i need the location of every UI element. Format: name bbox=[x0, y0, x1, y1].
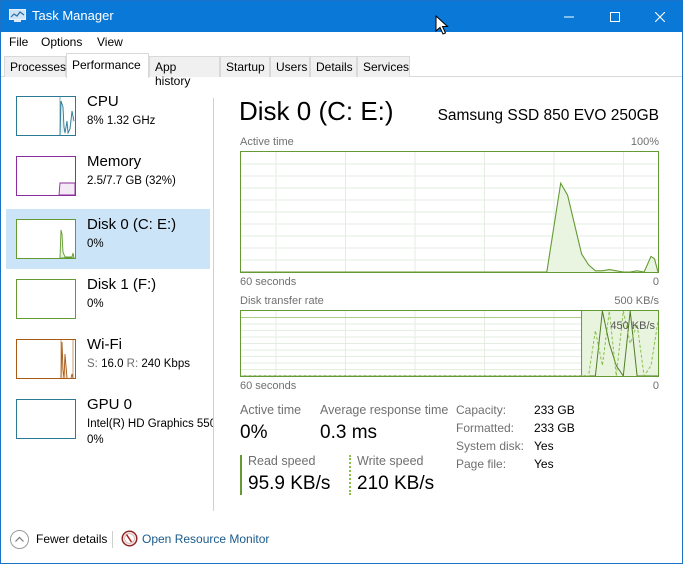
active-time-area bbox=[241, 183, 658, 272]
read-speed-value: 95.9 KB/s bbox=[248, 473, 331, 494]
transfer-chart-label: Disk transfer rate bbox=[240, 295, 324, 307]
memory-usage-value: 2.5/7.7 GB (32%) bbox=[87, 175, 176, 187]
sidebar-item-label: CPU bbox=[87, 93, 119, 110]
close-button[interactable] bbox=[637, 1, 683, 32]
sidebar-item-gpu-0[interactable]: GPU 0 Intel(R) HD Graphics 550 0% bbox=[6, 389, 213, 449]
capacity-label: Capacity: bbox=[456, 403, 507, 417]
active-time-value: 0% bbox=[240, 422, 268, 443]
tab-processes[interactable]: Processes bbox=[4, 56, 66, 77]
tab-app-history[interactable]: App history bbox=[149, 56, 220, 88]
sidebar-item-disk-0[interactable]: Disk 0 (C: E:) 0% bbox=[6, 209, 210, 269]
maximize-icon bbox=[610, 11, 620, 22]
write-speed-value: 210 KB/s bbox=[357, 473, 435, 494]
sidebar-item-memory[interactable]: Memory 2.5/7.7 GB (32%) bbox=[6, 146, 210, 206]
window-title: Task Manager bbox=[32, 8, 114, 23]
sidebar-item-label: Memory bbox=[87, 153, 142, 170]
sidebar-item-label: Disk 1 (F:) bbox=[87, 276, 157, 293]
page-file-label: Page file: bbox=[456, 457, 507, 471]
sidebar-item-wifi[interactable]: Wi-Fi S: 16.0 R: 240 Kbps bbox=[6, 329, 210, 389]
task-manager-app-icon bbox=[9, 9, 26, 22]
transfer-secondary-label: 450 KB/s bbox=[610, 320, 655, 332]
transfer-x-right: 0 bbox=[652, 380, 659, 392]
disk0-mini-graph bbox=[16, 219, 76, 259]
capacity-value: 233 GB bbox=[534, 403, 575, 417]
active-time-line bbox=[241, 181, 659, 273]
wifi-receive-label: R: bbox=[126, 358, 139, 370]
transfer-rate-chart: 450 KB/s bbox=[240, 310, 659, 378]
gpu-mini-graph bbox=[16, 399, 76, 439]
sidebar-item-label: GPU 0 bbox=[87, 396, 133, 413]
menu-bar: File Options View bbox=[1, 32, 682, 53]
close-icon bbox=[655, 11, 665, 22]
active-time-chart-max: 100% bbox=[630, 136, 659, 148]
menu-view[interactable]: View bbox=[97, 35, 123, 49]
wifi-mini-graph bbox=[16, 339, 76, 379]
tab-bar: Processes Performance App history Startu… bbox=[1, 53, 682, 88]
resource-monitor-icon[interactable] bbox=[121, 530, 138, 547]
gpu-model: Intel(R) HD Graphics 550 bbox=[87, 418, 213, 430]
read-speed-legend-line bbox=[240, 455, 242, 495]
tab-details[interactable]: Details bbox=[310, 56, 357, 77]
wifi-throughput-value: S: 16.0 R: 240 Kbps bbox=[87, 358, 190, 370]
active-time-chart-svg bbox=[241, 152, 659, 273]
chevron-up-icon[interactable] bbox=[10, 530, 29, 549]
transfer-x-left: 60 seconds bbox=[240, 380, 297, 392]
active-time-label: Active time bbox=[240, 403, 302, 417]
transfer-chart-max: 500 KB/s bbox=[614, 295, 659, 307]
active-time-x-left: 60 seconds bbox=[240, 276, 297, 288]
avg-response-value: 0.3 ms bbox=[320, 422, 378, 443]
avg-response-label: Average response time bbox=[320, 403, 449, 417]
minimize-button[interactable] bbox=[546, 1, 592, 32]
title-bar[interactable]: Task Manager bbox=[1, 1, 682, 32]
cpu-mini-graph bbox=[16, 96, 76, 136]
active-time-chart-label: Active time bbox=[240, 136, 294, 148]
maximize-button[interactable] bbox=[592, 1, 638, 32]
fewer-details-button[interactable]: Fewer details bbox=[36, 532, 107, 546]
read-speed-label: Read speed bbox=[248, 454, 316, 468]
sidebar-item-disk-1[interactable]: Disk 1 (F:) 0% bbox=[6, 269, 210, 329]
disk-detail-panel: Disk 0 (C: E:) Samsung SSD 850 EVO 250GB… bbox=[231, 86, 676, 506]
disk-model: Samsung SSD 850 EVO 250GB bbox=[437, 107, 659, 124]
open-resource-monitor-link[interactable]: Open Resource Monitor bbox=[142, 532, 269, 546]
page-file-value: Yes bbox=[534, 457, 554, 471]
sidebar-item-label: Wi-Fi bbox=[87, 336, 122, 353]
write-speed-legend-line bbox=[349, 455, 351, 495]
sidebar-item-label: Disk 0 (C: E:) bbox=[87, 216, 177, 233]
transfer-rate-chart-svg bbox=[241, 310, 659, 378]
tab-users[interactable]: Users bbox=[270, 56, 310, 77]
mouse-cursor-icon bbox=[435, 15, 449, 35]
sidebar-divider[interactable] bbox=[213, 98, 214, 511]
task-manager-window: Task Manager File Options View Processes… bbox=[0, 0, 683, 564]
menu-options[interactable]: Options bbox=[41, 35, 82, 49]
disk1-mini-graph bbox=[16, 279, 76, 319]
system-disk-value: Yes bbox=[534, 439, 554, 453]
tab-performance[interactable]: Performance bbox=[66, 53, 149, 78]
resource-sidebar: CPU 8% 1.32 GHz Memory 2.5/7.7 GB (32%) … bbox=[1, 78, 215, 510]
write-speed-label: Write speed bbox=[357, 454, 424, 468]
memory-mini-graph bbox=[16, 156, 76, 196]
wifi-send-value: 16.0 bbox=[101, 358, 124, 370]
footer-divider bbox=[112, 531, 113, 548]
footer: Fewer details Open Resource Monitor bbox=[1, 523, 682, 557]
disk0-usage-value: 0% bbox=[87, 238, 104, 250]
active-time-x-right: 0 bbox=[652, 276, 659, 288]
fewer-details-label: Fewer details bbox=[36, 532, 108, 546]
minimize-icon bbox=[564, 16, 574, 17]
sidebar-item-cpu[interactable]: CPU 8% 1.32 GHz bbox=[6, 86, 210, 146]
disk1-usage-value: 0% bbox=[87, 298, 104, 310]
tab-services[interactable]: Services bbox=[357, 56, 410, 77]
system-disk-label: System disk: bbox=[456, 439, 525, 453]
cpu-usage-value: 8% 1.32 GHz bbox=[87, 115, 156, 127]
tab-startup[interactable]: Startup bbox=[220, 56, 270, 77]
active-time-chart bbox=[240, 151, 659, 273]
menu-file[interactable]: File bbox=[9, 35, 28, 49]
formatted-label: Formatted: bbox=[456, 421, 515, 435]
gpu-usage-value: 0% bbox=[87, 434, 104, 446]
wifi-send-label: S: bbox=[87, 358, 98, 370]
formatted-value: 233 GB bbox=[534, 421, 575, 435]
wifi-receive-value: 240 Kbps bbox=[141, 358, 190, 370]
page-title: Disk 0 (C: E:) bbox=[239, 96, 394, 126]
